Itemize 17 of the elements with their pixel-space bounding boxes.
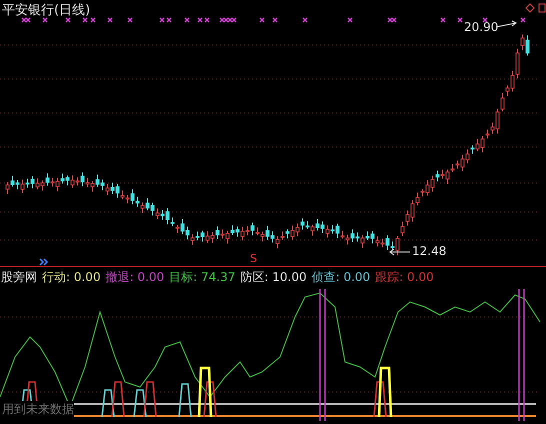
low-price-label: 12.48 [412, 244, 446, 258]
indicator-value: 目标: 74.37 [169, 268, 236, 286]
indicator-value: 行动: 0.00 [42, 268, 101, 286]
diamond-icon [525, 3, 535, 13]
high-price-label: 20.90 [464, 20, 498, 34]
indicator-value: 侦查: 0.00 [312, 268, 370, 286]
square-icon [538, 4, 546, 12]
indicator-value: 防区: 10.00 [240, 268, 307, 286]
pointer-arrow-icon [389, 248, 410, 256]
pointer-arrow-icon [496, 20, 517, 28]
indicator-value: 跟踪: 0.00 [375, 268, 434, 286]
indicator-name: 股旁网 [1, 268, 37, 286]
double-chevron-icon [39, 258, 48, 266]
chart-title: 平安银行(日线) [2, 2, 90, 19]
indicator-value: 撤退: 0.00 [106, 268, 164, 286]
notice-text: 用到未来数据 [2, 401, 74, 418]
signal-letter: S [250, 252, 257, 265]
